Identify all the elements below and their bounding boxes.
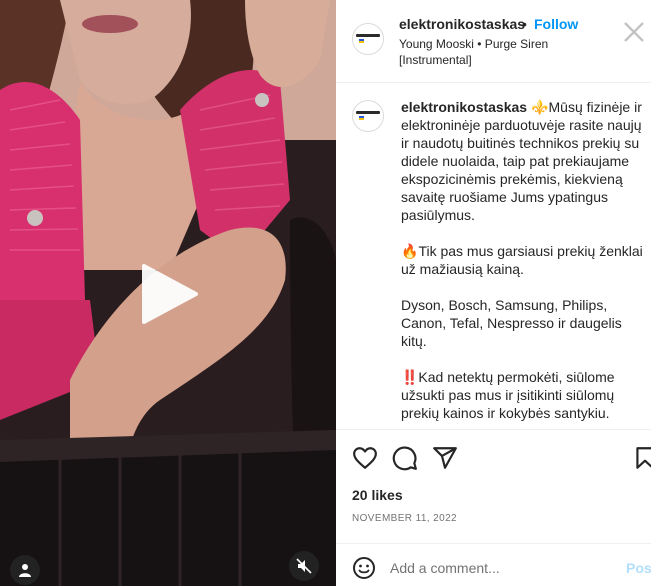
- follow-button[interactable]: Follow: [534, 16, 578, 32]
- caption-area[interactable]: elektronikostaskas ⚜️Mūsų fizinėje ir ele…: [336, 84, 651, 430]
- likes-count[interactable]: 20 likes: [352, 487, 403, 503]
- comment-bubble-icon[interactable]: [392, 445, 418, 471]
- comment-input[interactable]: [390, 558, 610, 578]
- comment-bar: Post: [336, 543, 651, 586]
- post-button[interactable]: Post: [626, 560, 651, 576]
- speaker-muted-icon: [296, 558, 312, 574]
- author-username[interactable]: elektronikostaskas: [399, 16, 525, 32]
- paper-plane-icon[interactable]: [432, 445, 458, 471]
- fire-emoji: 🔥: [401, 243, 419, 259]
- caption-username[interactable]: elektronikostaskas: [401, 99, 527, 115]
- post-media[interactable]: [0, 0, 336, 586]
- brand-logo: [356, 110, 380, 122]
- close-icon: [624, 22, 644, 42]
- caption-paragraph-3: Dyson, Bosch, Samsung, Philips, Canon, T…: [401, 297, 622, 349]
- play-button[interactable]: [138, 262, 202, 326]
- post-details-panel: elektronikostaskas • Follow Young Mooski…: [336, 0, 651, 586]
- tagged-users-button[interactable]: [10, 555, 40, 585]
- audio-track-link[interactable]: Young Mooski • Purge Siren [Instrumental…: [399, 36, 599, 68]
- play-icon: [142, 264, 198, 324]
- mute-button[interactable]: [289, 551, 319, 581]
- smiley-icon[interactable]: [352, 556, 376, 580]
- brand-logo: [356, 33, 380, 45]
- caption-paragraph-2: Tik pas mus garsiausi prekių ženklai už …: [401, 243, 643, 277]
- heart-icon[interactable]: [352, 445, 378, 471]
- post-date[interactable]: NOVEMBER 11, 2022: [352, 513, 457, 524]
- close-button[interactable]: [622, 20, 646, 44]
- post-header: elektronikostaskas • Follow Young Mooski…: [336, 0, 651, 83]
- caption-avatar[interactable]: [352, 100, 384, 132]
- person-icon: [19, 564, 31, 577]
- separator-dot: •: [522, 16, 527, 32]
- caption-paragraph-4: ‼️Kad netektų permokėti, siūlome užsukti…: [401, 369, 615, 421]
- caption-text: elektronikostaskas ⚜️Mūsų fizinėje ir ele…: [401, 98, 645, 422]
- action-bar: [336, 440, 651, 480]
- bookmark-icon[interactable]: [632, 445, 651, 471]
- avatar[interactable]: [352, 23, 384, 55]
- fleur-de-lis-emoji: ⚜️: [531, 99, 549, 115]
- caption-paragraph-1: Mūsų fizinėje ir elektroninėje parduotuv…: [401, 99, 642, 223]
